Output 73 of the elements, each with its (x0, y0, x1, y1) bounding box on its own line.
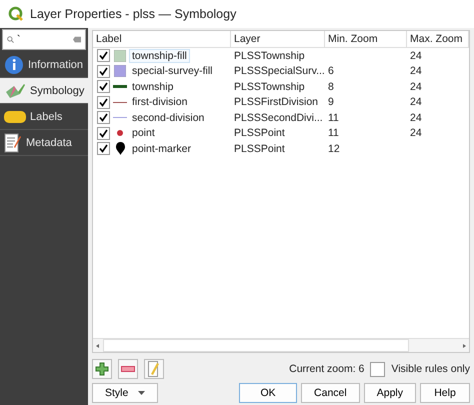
point-symbol-icon (117, 130, 123, 136)
table-cell[interactable]: township (130, 80, 176, 93)
fill-swatch-icon (114, 50, 126, 62)
sidebar-item[interactable]: Labels (0, 104, 88, 130)
brush-icon (4, 82, 26, 100)
line-symbol-icon (113, 102, 127, 103)
checkbox[interactable] (370, 362, 386, 377)
table-cell: PLSSPoint (234, 127, 285, 140)
table-cell: 24 (410, 112, 422, 124)
column-header[interactable]: Label (93, 31, 231, 48)
table-cell: PLSSPoint (234, 142, 285, 155)
search-input[interactable]: ` (16, 34, 67, 46)
caret-icon (138, 391, 146, 396)
checkbox[interactable] (97, 96, 110, 109)
table-cell: 11 (328, 112, 339, 124)
table-cell: PLSSTownship (234, 50, 305, 62)
labels-icon (4, 110, 26, 122)
clear-icon[interactable] (72, 35, 81, 44)
table-cell[interactable]: first-division (130, 96, 190, 108)
table-cell[interactable]: point (130, 127, 157, 140)
search-field[interactable]: ` (2, 29, 86, 50)
remove-rule-button[interactable] (118, 359, 138, 380)
checkbox[interactable] (97, 80, 110, 94)
column-header[interactable]: Min. Zoom (325, 31, 407, 48)
table-cell[interactable]: point-marker (130, 142, 193, 155)
checkbox-label: Visible rules only (391, 363, 470, 376)
column-header[interactable]: Layer (231, 31, 325, 48)
marker-symbol-icon (116, 142, 124, 156)
help-button[interactable]: Help (420, 383, 470, 404)
fill-swatch-icon (114, 65, 126, 78)
table-cell[interactable]: township-fill (130, 50, 189, 62)
table-cell: 12 (328, 142, 340, 155)
table-cell: PLSSTownship (234, 80, 305, 93)
current-zoom-label: Current zoom: 6 (289, 363, 364, 376)
info-icon (4, 54, 24, 74)
table-cell: PLSSFirstDivision (234, 96, 318, 108)
pencil-icon (148, 361, 160, 378)
checkbox[interactable] (97, 64, 110, 78)
table-cell: 24 (410, 96, 422, 108)
table-cell: 24 (410, 127, 422, 140)
sidebar-item[interactable]: Metadata (0, 130, 88, 156)
edit-rule-button[interactable] (144, 359, 164, 380)
minus-icon (121, 366, 135, 372)
apply-button[interactable]: Apply (364, 383, 416, 404)
checkbox[interactable] (97, 111, 110, 124)
table-cell[interactable]: special-survey-fill (130, 65, 215, 78)
checkbox[interactable] (97, 126, 110, 140)
app-logo-icon (8, 6, 24, 22)
column-header[interactable]: Max. Zoom (407, 31, 469, 48)
plus-icon (95, 362, 109, 376)
table-cell: PLSSSecondDivi... (234, 112, 323, 124)
search-icon (7, 34, 14, 45)
table-cell: 24 (410, 80, 422, 93)
document-icon (4, 132, 22, 152)
table-cell: 24 (410, 65, 422, 78)
table-cell: 11 (328, 127, 339, 140)
table-cell: 8 (328, 80, 334, 93)
add-rule-button[interactable] (92, 359, 112, 380)
checkbox[interactable] (97, 142, 110, 156)
window-title: Layer Properties - plss — Symbology (30, 7, 236, 21)
style-dropdown[interactable]: Style (92, 383, 158, 404)
line-symbol-icon (113, 85, 127, 88)
horizontal-scrollbar[interactable] (93, 338, 469, 352)
sidebar-item[interactable]: Symbology (0, 78, 88, 104)
line-symbol-icon (113, 117, 127, 118)
table-cell: 24 (410, 50, 422, 62)
checkbox[interactable] (97, 49, 110, 62)
table-cell: 6 (328, 65, 334, 78)
table-cell[interactable]: second-division (130, 112, 206, 124)
ok-button[interactable]: OK (239, 383, 298, 404)
table-cell: 9 (328, 96, 334, 108)
cancel-button[interactable]: Cancel (301, 383, 360, 404)
table-cell: PLSSSpecialSurv... (234, 65, 325, 78)
